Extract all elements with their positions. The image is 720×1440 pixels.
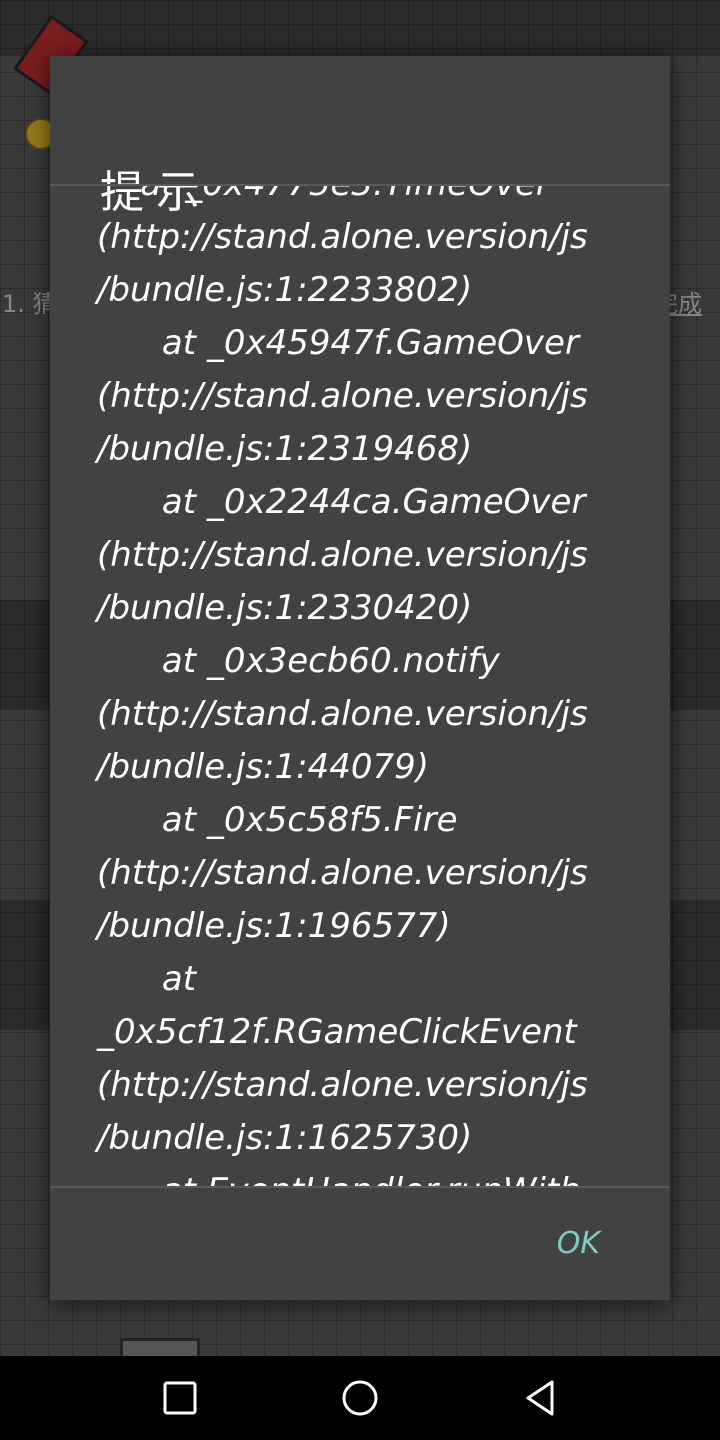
screen: 1. 猜 完成 提示 at _0x4775e3.TimeOver (http:/… [0, 0, 720, 1440]
alert-dialog: 提示 at _0x4775e3.TimeOver (http://stand.a… [50, 56, 670, 1300]
message-scroll-area[interactable]: at _0x4775e3.TimeOver (http://stand.alon… [50, 186, 670, 1186]
circle-icon [342, 1380, 378, 1416]
navigation-bar [0, 1356, 720, 1440]
error-stack-trace: at _0x4775e3.TimeOver (http://stand.alon… [97, 186, 588, 1186]
home-button[interactable] [300, 1356, 420, 1440]
square-icon [163, 1381, 197, 1415]
triangle-back-icon [526, 1380, 554, 1416]
back-button[interactable] [480, 1356, 600, 1440]
recent-apps-button[interactable] [120, 1356, 240, 1440]
background-left-text: 1. 猜 [2, 290, 57, 318]
button-divider [50, 1186, 670, 1188]
ok-button[interactable]: OK [555, 1226, 602, 1261]
